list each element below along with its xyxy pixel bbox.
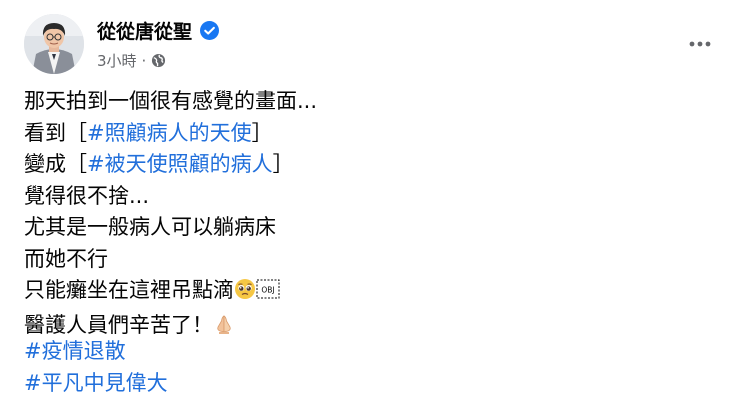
post-line: 那天拍到一個很有感覺的畫面... [24,89,318,113]
hashtag-link[interactable]: #被天使照顧的病人 [87,152,273,176]
author-name[interactable]: 從從唐從聖 [97,17,192,44]
post-line: 而她不行 [24,246,108,271]
object-replacement-glyph: OBJ [256,277,280,309]
hashtag-link[interactable]: #平凡中見偉大 [24,368,168,400]
verified-badge-icon [200,21,220,40]
line-text: ］ [251,120,273,145]
line-text: 變成［ [24,152,87,176]
more-options-icon [688,33,712,52]
obj-label: OBJ [261,286,274,295]
line-text: 只能癱坐在這裡吊點滴 [24,278,234,302]
post-meta: 3小時 · [97,50,166,71]
meta-separator: · [141,51,147,70]
pleading-face-emoji [234,278,256,310]
post-line: 變成［#被天使照顧的病人］ [24,149,726,181]
more-options-button[interactable] [684,26,716,58]
post-line: 覺得很不捨... [24,183,150,208]
post-time[interactable]: 3小時 [97,50,137,71]
folded-hands-emoji [213,313,235,345]
hashtag-link[interactable]: #疫情退散 [24,336,168,368]
avatar[interactable] [24,14,84,74]
post-body: 那天拍到一個很有感覺的畫面... 看到［#照顧病人的天使］ 變成［#被天使照顧的… [24,86,726,344]
post-line: 看到［#照顧病人的天使］ [24,118,726,150]
post-line: 尤其是一般病人可以躺病床 [24,215,276,239]
hashtag-link[interactable]: #照顧病人的天使 [87,121,252,145]
globe-icon[interactable] [151,53,166,68]
line-text: ］ [272,152,294,176]
post-header: 從從唐從聖 3小時 · [24,14,750,78]
author-line: 從從唐從聖 [97,17,220,44]
hashtag-list: #疫情退散 #平凡中見偉大 [24,336,168,399]
line-text: 看到［ [24,120,87,145]
post-line: 只能癱坐在這裡吊點滴 OBJ [24,275,726,310]
line-text: 醫護人員們辛苦了！ [24,312,213,337]
